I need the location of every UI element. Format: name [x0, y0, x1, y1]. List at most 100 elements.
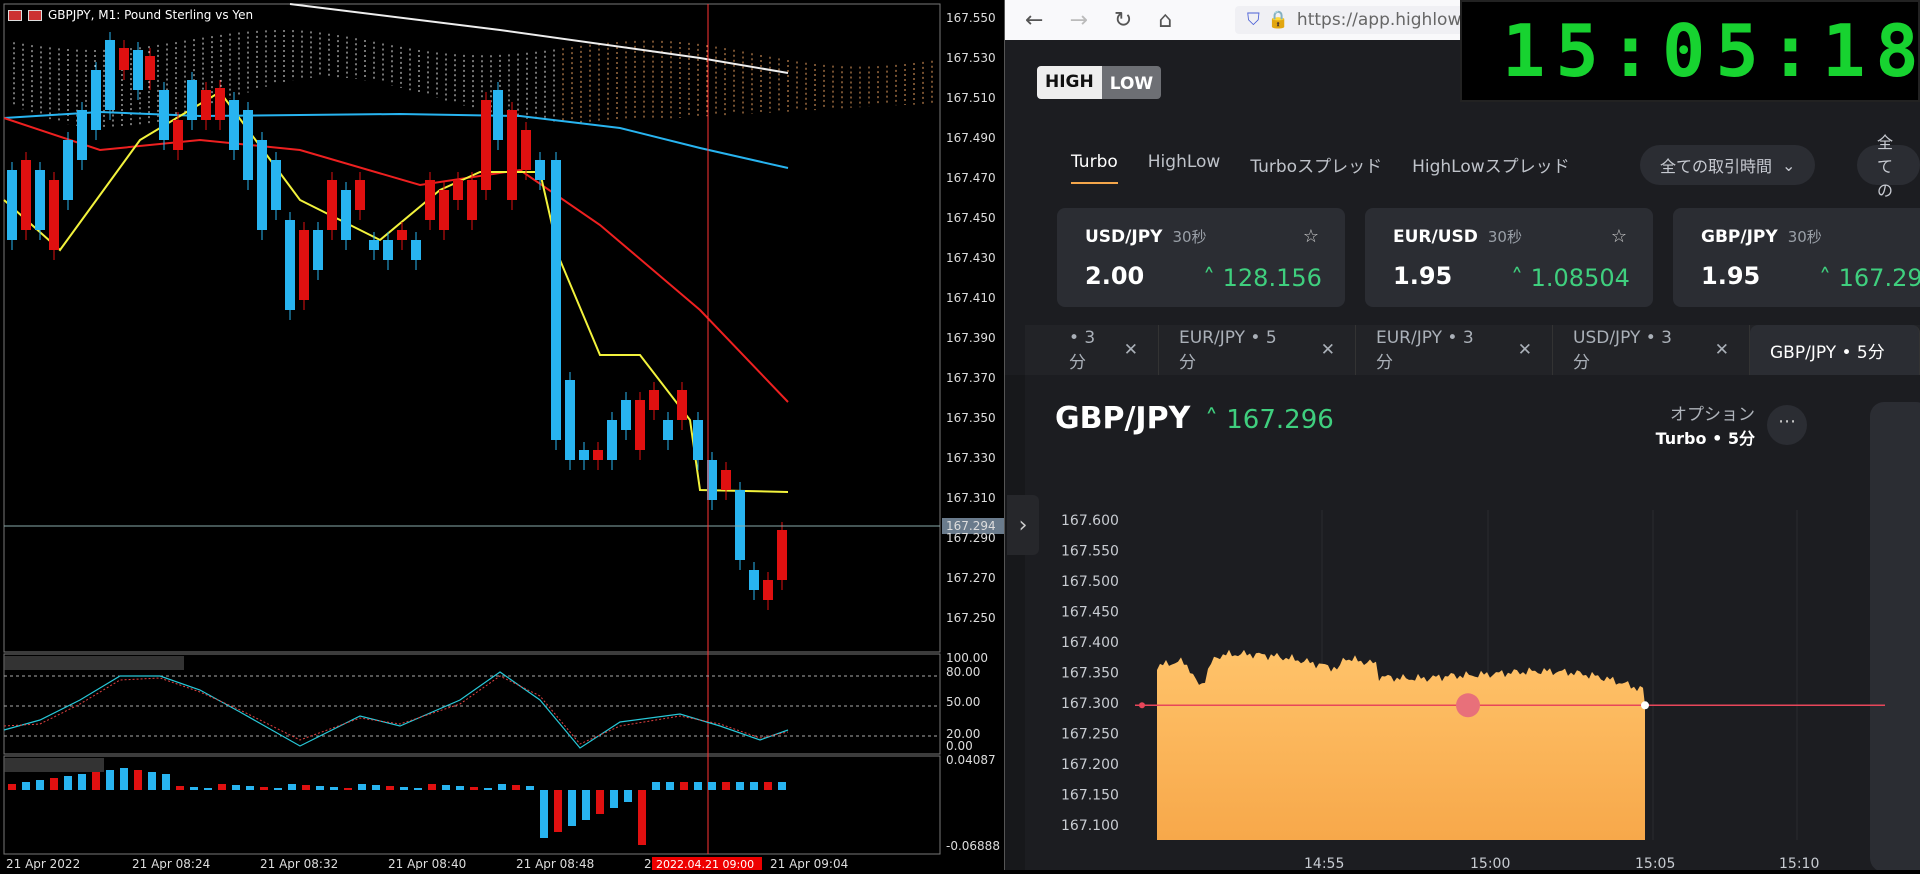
asset-title: GBP/JPY — [1055, 401, 1191, 436]
digital-clock: 15:05:18 PM — [1460, 0, 1920, 102]
highlow-logo[interactable]: HIGH LOW — [1037, 66, 1162, 99]
price-axis-label: 167.330 — [946, 451, 996, 465]
chevron-down-icon: ⌄ — [1782, 155, 1796, 175]
forward-icon[interactable]: → — [1069, 8, 1087, 33]
x-tick-label: 15:00 — [1470, 856, 1510, 870]
macd-bar — [246, 786, 254, 790]
macd-bar — [134, 770, 142, 790]
candle — [21, 160, 31, 230]
time-axis-label: 21 Apr 08:24 — [132, 857, 210, 870]
macd-bar — [498, 784, 506, 790]
candle — [383, 240, 393, 260]
close-icon[interactable]: ✕ — [1715, 340, 1729, 360]
open-asset-tabs: • 3分 ✕ EUR/JPY • 5分 ✕ EUR/JPY • 3分 ✕ USD/JP… — [1025, 325, 1920, 375]
macd-bar — [92, 772, 100, 790]
candle — [119, 48, 129, 70]
time-axis-label: 21 Apr 09:04 — [770, 857, 848, 870]
macd-bar — [204, 788, 212, 790]
macd-bar — [596, 790, 604, 814]
price-axis-label: 167.530 — [946, 51, 996, 65]
candle — [663, 420, 673, 440]
metatrader-chart[interactable]: 167.550 167.530 167.510 167.490 167.470 167.4… — [0, 0, 1005, 871]
price-chart[interactable]: 167.600 167.550 167.500 167.450 167.400 167.3… — [1025, 510, 1885, 870]
back-icon[interactable]: ← — [1025, 8, 1043, 33]
price-axis-label: 167.550 — [946, 11, 996, 25]
star-icon[interactable]: ☆ — [1303, 226, 1319, 247]
candle — [91, 70, 101, 130]
tab-turbo-spread[interactable]: Turboスプレッド — [1250, 152, 1382, 184]
price-axis-label: 167.290 — [946, 531, 996, 545]
caret-up-icon: ˄ — [1819, 264, 1839, 292]
macd-bar — [288, 784, 296, 790]
tab-turbo[interactable]: Turbo — [1071, 152, 1118, 184]
reload-icon[interactable]: ↻ — [1114, 8, 1132, 33]
caret-up-icon: ˄ — [1203, 264, 1223, 292]
macd-bar — [568, 790, 576, 826]
crosshair-time-label: 2022.04.21 09:00 — [656, 858, 754, 870]
candle — [397, 230, 407, 240]
clock-time: 15:05:18 — [1502, 9, 1920, 93]
macd-bar — [470, 787, 478, 790]
candle — [77, 110, 87, 160]
macd-bar — [330, 787, 338, 790]
time-axis-label: 21 Apr 08:40 — [388, 857, 466, 870]
stoch-axis-label: 0.00 — [946, 739, 973, 753]
chart-grid-icon[interactable] — [8, 9, 22, 21]
y-tick-label: 167.200 — [1061, 757, 1119, 773]
asset-filter-dropdown[interactable]: 全ての — [1857, 133, 1920, 200]
macd-bar — [162, 774, 170, 790]
macd-bar — [708, 782, 716, 790]
metatrader-window: 167.550 167.530 167.510 167.490 167.470 167.4… — [0, 0, 1005, 871]
close-icon[interactable]: ✕ — [1321, 340, 1335, 360]
asset-tab[interactable]: USD/JPY • 3分 ✕ — [1553, 325, 1750, 375]
candle — [453, 180, 463, 200]
asset-card-usdjpy[interactable]: USD/JPY 30秒 ☆ 2.00 ˄ 128.156 — [1057, 208, 1345, 307]
y-tick-label: 167.150 — [1061, 787, 1119, 803]
lock-icon[interactable]: 🔒 — [1268, 10, 1289, 30]
home-icon[interactable]: ⌂ — [1158, 8, 1172, 33]
tab-highlow-spread[interactable]: HighLowスプレッド — [1412, 152, 1570, 184]
macd-bar — [512, 785, 520, 790]
close-icon[interactable]: ✕ — [1124, 340, 1138, 360]
candle — [201, 90, 211, 120]
candle — [535, 160, 545, 180]
macd-bar — [694, 782, 702, 790]
macd-bar — [274, 788, 282, 790]
y-tick-label: 167.400 — [1061, 635, 1119, 651]
macd-bar — [666, 782, 674, 790]
candle — [105, 40, 115, 110]
shield-icon[interactable]: ⛉ — [1247, 10, 1260, 30]
candle — [721, 470, 731, 490]
star-icon[interactable]: ☆ — [1611, 226, 1627, 247]
macd-bar — [64, 776, 72, 790]
macd-bar — [50, 778, 58, 790]
macd-bar — [526, 786, 534, 790]
candle — [579, 450, 589, 460]
chart-title: GBPJPY, M1: Pound Sterling vs Yen — [8, 8, 253, 22]
asset-card-gbpjpy[interactable]: GBP/JPY30秒 ☆ 1.95 ˄ 167.296 — [1673, 208, 1920, 307]
macd-bar — [218, 784, 226, 790]
trade-time-dropdown[interactable]: 全ての取引時間 ⌄ — [1640, 145, 1816, 185]
stoch-axis-label: 100.00 — [946, 651, 988, 665]
price-axis-label: 167.430 — [946, 251, 996, 265]
tab-highlow[interactable]: HighLow — [1148, 152, 1221, 184]
macd-bar — [344, 788, 352, 790]
candle — [411, 240, 421, 260]
price-axis-label: 167.270 — [946, 571, 996, 585]
url-text: https://app.highlow — [1296, 10, 1462, 30]
candle — [467, 180, 477, 220]
asset-tab[interactable]: EUR/JPY • 3分 ✕ — [1356, 325, 1553, 375]
asset-tab-active[interactable]: GBP/JPY • 5分 — [1750, 325, 1920, 375]
macd-bar — [372, 785, 380, 790]
macd-bar — [736, 782, 744, 790]
candle — [481, 100, 491, 190]
asset-tab[interactable]: • 3分 ✕ — [1025, 325, 1159, 375]
candle — [327, 180, 337, 230]
more-options-icon[interactable]: ⋯ — [1767, 405, 1807, 445]
asset-tab[interactable]: EUR/JPY • 5分 ✕ — [1159, 325, 1356, 375]
asset-card-eurusd[interactable]: EUR/USD 30秒 ☆ 1.95 ˄ 1.08504 — [1365, 208, 1653, 307]
entry-marker[interactable] — [1456, 693, 1480, 718]
close-icon[interactable]: ✕ — [1518, 340, 1532, 360]
macd-bar — [176, 786, 184, 790]
indicator-icon[interactable] — [28, 9, 42, 21]
